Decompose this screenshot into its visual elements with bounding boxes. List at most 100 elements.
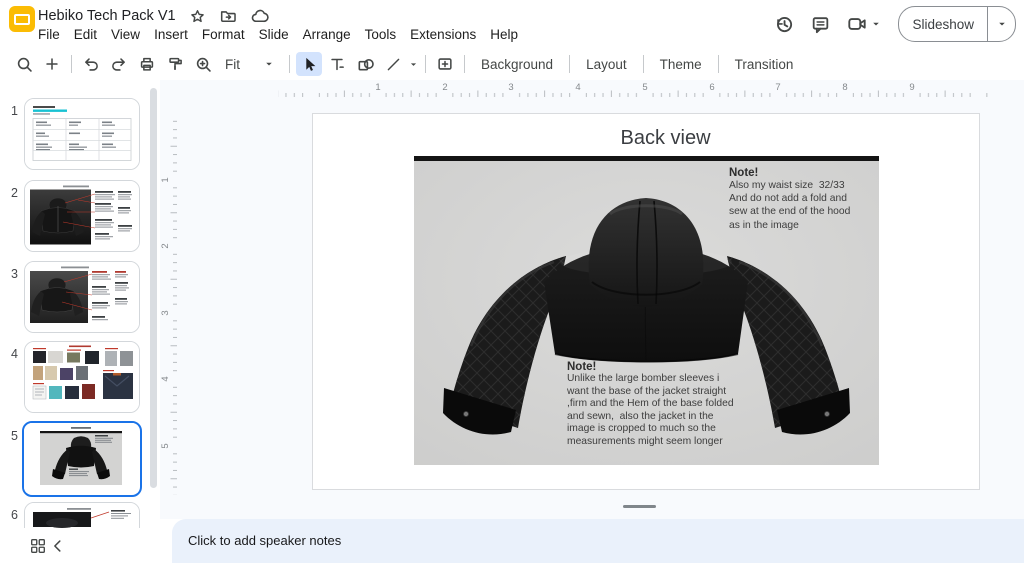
slide-number-2: 2: [2, 186, 18, 200]
notes-resize-handle[interactable]: [623, 505, 656, 508]
video-call-group[interactable]: [846, 13, 883, 35]
undo-button[interactable]: [78, 52, 104, 76]
speaker-notes-panel[interactable]: Click to add speaker notes: [172, 519, 1024, 563]
video-call-icon: [846, 13, 868, 35]
slide-thumbnail-3[interactable]: [24, 261, 140, 333]
note-bottom-heading: Note!: [567, 361, 745, 373]
print-button[interactable]: [134, 52, 160, 76]
note-top-heading: Note!: [729, 167, 877, 179]
insert-placeholder-icon: [436, 55, 454, 73]
note-top-textbox[interactable]: Note! Also my waist size 32/33 And do no…: [729, 167, 877, 232]
search-icon: [15, 55, 34, 74]
menu-bar: File Edit View Insert Format Slide Arran…: [31, 24, 525, 44]
search-menus-button[interactable]: [11, 52, 37, 76]
slide-thumbnail-5-selected[interactable]: [22, 421, 142, 497]
line-tool-button[interactable]: [380, 52, 406, 76]
collapse-filmstrip-button[interactable]: [49, 537, 67, 555]
shapes-icon: [356, 55, 375, 74]
note-bottom-body: Unlike the large bomber sleeves i want t…: [567, 373, 745, 449]
thumbnail-5-preview: [24, 423, 138, 493]
note-bottom-textbox[interactable]: Note! Unlike the large bomber sleeves i …: [567, 361, 745, 449]
speaker-notes-placeholder[interactable]: Click to add speaker notes: [188, 533, 341, 548]
slide-thumbnail-6[interactable]: [24, 502, 140, 528]
filmstrip-scrollbar[interactable]: [150, 88, 157, 488]
transition-button[interactable]: Transition: [724, 57, 805, 72]
slide-canvas-area: 1 2 3 4 5 6 7 8 9: [160, 80, 1024, 519]
line-tool-caret-button[interactable]: [407, 58, 420, 71]
menu-file[interactable]: File: [31, 25, 67, 44]
menu-extensions[interactable]: Extensions: [403, 25, 483, 44]
ruler-h-3: 3: [505, 82, 517, 93]
chevron-left-icon: [49, 537, 67, 555]
menu-insert[interactable]: Insert: [147, 25, 195, 44]
ruler-v-4: 4: [160, 373, 172, 385]
grid-view-button[interactable]: [29, 537, 47, 555]
slide-number-1: 1: [2, 104, 18, 118]
select-tool-button[interactable]: [296, 52, 322, 76]
slides-logo-glyph: [14, 14, 30, 25]
cursor-icon: [300, 55, 318, 73]
slideshow-dropdown-button[interactable]: [988, 17, 1015, 31]
grid-view-icon: [29, 537, 47, 555]
slideshow-button[interactable]: Slideshow: [899, 17, 987, 32]
ruler-h-7: 7: [772, 82, 784, 93]
menu-arrange[interactable]: Arrange: [296, 25, 358, 44]
version-history-icon[interactable]: [773, 13, 795, 35]
toolbar-divider: [464, 55, 465, 73]
thumbnail-4-preview: [25, 342, 139, 412]
thumbnail-2-preview: [25, 181, 139, 251]
theme-button[interactable]: Theme: [649, 57, 713, 72]
ruler-v-5: 5: [160, 440, 172, 452]
shapes-button[interactable]: [352, 52, 378, 76]
insert-placeholder-button[interactable]: [432, 52, 458, 76]
slide-page[interactable]: Back view: [312, 113, 980, 490]
slide-thumbnail-1[interactable]: [24, 98, 140, 170]
star-icon[interactable]: [189, 8, 206, 25]
zoom-button[interactable]: [190, 52, 216, 76]
ruler-h-9: 9: [906, 82, 918, 93]
ruler-h-2: 2: [439, 82, 451, 93]
ruler-v-1: 1: [160, 174, 172, 186]
menu-tools[interactable]: Tools: [358, 25, 404, 44]
redo-button[interactable]: [106, 52, 132, 76]
jacket-back-image[interactable]: Note! Also my waist size 32/33 And do no…: [414, 156, 879, 465]
comments-icon[interactable]: [810, 14, 831, 35]
new-slide-button[interactable]: [39, 52, 65, 76]
slideshow-caret-icon: [995, 17, 1009, 31]
menu-view[interactable]: View: [104, 25, 147, 44]
thumbnail-1-preview: [25, 99, 139, 169]
menu-edit[interactable]: Edit: [67, 25, 104, 44]
slideshow-split-button: Slideshow: [898, 6, 1016, 42]
ruler-v-2: 2: [160, 240, 172, 252]
menu-help[interactable]: Help: [483, 25, 525, 44]
paint-format-button[interactable]: [162, 52, 188, 76]
toolbar-divider: [643, 55, 644, 73]
video-call-caret-icon: [869, 17, 883, 31]
toolbar-divider: [425, 55, 426, 73]
document-title[interactable]: Hebiko Tech Pack V1: [38, 8, 176, 24]
top-bar: Hebiko Tech Pack V1 File Edit View Inser…: [0, 0, 1024, 48]
slide-title[interactable]: Back view: [433, 127, 898, 150]
cloud-saved-icon[interactable]: [250, 7, 269, 26]
paint-format-icon: [166, 55, 184, 73]
menu-slide[interactable]: Slide: [252, 25, 296, 44]
background-button[interactable]: Background: [470, 57, 564, 72]
slide-thumbnail-2[interactable]: [24, 180, 140, 252]
layout-button[interactable]: Layout: [575, 57, 638, 72]
google-slides-app: Hebiko Tech Pack V1 File Edit View Inser…: [0, 0, 1024, 563]
ruler-h-5: 5: [639, 82, 651, 93]
ruler-h-1: 1: [372, 82, 384, 93]
menu-format[interactable]: Format: [195, 25, 252, 44]
zoom-caret-icon: [262, 57, 276, 71]
ruler-h-8: 8: [839, 82, 851, 93]
move-folder-icon[interactable]: [219, 7, 237, 25]
text-box-button[interactable]: [324, 52, 350, 76]
ruler-v-3: 3: [160, 307, 172, 319]
toolbar-divider: [71, 55, 72, 73]
slide-thumbnail-4[interactable]: [24, 341, 140, 413]
line-caret-icon: [407, 58, 420, 71]
document-title-row: Hebiko Tech Pack V1: [38, 6, 269, 26]
ruler-h-4: 4: [572, 82, 584, 93]
zoom-select[interactable]: Fit: [217, 57, 284, 72]
slide-number-4: 4: [2, 347, 18, 361]
